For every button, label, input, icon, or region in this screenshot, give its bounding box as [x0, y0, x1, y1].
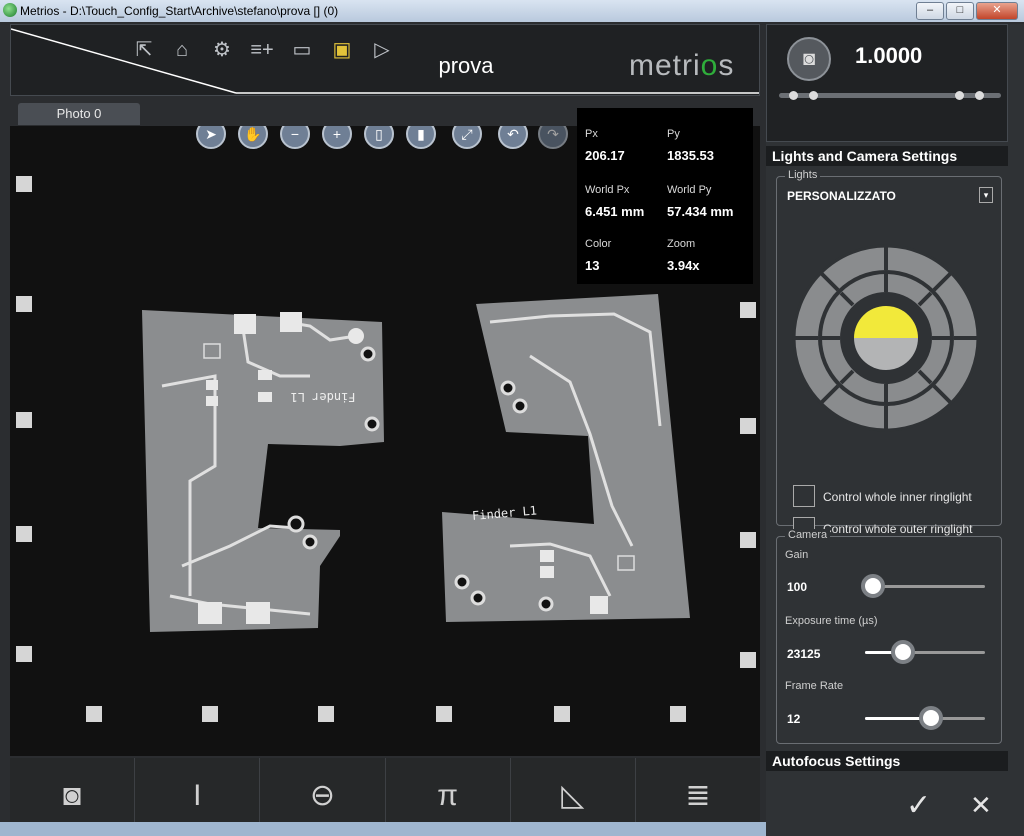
- world-py-label: World Py: [667, 184, 712, 196]
- exposure-label: Exposure time (µs): [785, 615, 878, 627]
- exposure-value: 23125: [787, 647, 821, 661]
- close-button[interactable]: ✕: [976, 2, 1018, 20]
- minimize-button[interactable]: –: [916, 2, 944, 20]
- gain-label: Gain: [785, 549, 809, 561]
- color-value: 13: [585, 258, 600, 273]
- window-title: Metrios - D:\Touch_Config_Start\Archive\…: [20, 4, 339, 18]
- inner-ringlight-label: Control whole inner ringlight: [823, 490, 972, 504]
- save-icon[interactable]: ▣: [329, 37, 355, 63]
- gear-icon[interactable]: ⚙: [209, 37, 235, 63]
- camera-group: Camera Gain 100 Exposure time (µs) 23125…: [776, 529, 1002, 744]
- framerate-value: 12: [787, 712, 801, 726]
- cancel-button[interactable]: ✕: [970, 790, 992, 821]
- zoom-slider[interactable]: [779, 91, 1001, 100]
- play-icon[interactable]: ▷: [369, 37, 395, 63]
- camera-group-label: Camera: [785, 529, 831, 541]
- lights-group: Lights PERSONALIZZATO ▾ Control whole in…: [776, 169, 1002, 539]
- os-taskbar: [0, 822, 766, 836]
- exposure-slider-knob[interactable]: [891, 640, 915, 664]
- lights-preset: PERSONALIZZATO: [787, 189, 896, 203]
- gain-value: 100: [787, 580, 808, 594]
- py-label: Py: [667, 128, 680, 140]
- coordinate-info-panel: Px 206.17 Py 1835.53 World Px 6.451 mm W…: [577, 108, 753, 284]
- autofocus-section-title[interactable]: Autofocus Settings: [766, 751, 1008, 771]
- world-px-label: World Px: [585, 184, 630, 196]
- toolbox-icon[interactable]: ▭: [289, 37, 315, 63]
- world-px-value: 6.451 mm: [585, 204, 645, 219]
- color-label: Color: [585, 238, 612, 250]
- main-toolbar: ⇱ ⌂ ⚙ ≡+ ▭ ▣ ▷ prova metrios: [10, 24, 760, 96]
- gain-slider-knob[interactable]: [861, 574, 885, 598]
- outer-ringlight-label: Control whole outer ringlight: [823, 522, 973, 536]
- world-py-value: 57.434 mm: [667, 204, 734, 219]
- project-title: prova: [438, 53, 494, 78]
- framerate-label: Frame Rate: [785, 680, 844, 692]
- maximize-button[interactable]: □: [946, 2, 974, 20]
- add-list-icon[interactable]: ≡+: [249, 37, 275, 63]
- metrios-logo: metrios: [629, 49, 735, 82]
- pcb-left-label: Finder L1: [290, 390, 356, 404]
- settings-panel: ◙ 1.0000 Lights and Camera Settings Ligh…: [766, 24, 1024, 836]
- capture-camera-icon[interactable]: ◙: [787, 37, 831, 81]
- px-label: Px: [585, 128, 598, 140]
- lights-camera-section-title: Lights and Camera Settings: [766, 146, 1008, 166]
- zoom-stop[interactable]: [975, 91, 984, 100]
- preset-dropdown-icon[interactable]: ▾: [979, 187, 993, 203]
- zoom-stop[interactable]: [809, 91, 818, 100]
- lights-group-label: Lights: [785, 169, 821, 181]
- home-icon[interactable]: ⌂: [169, 37, 195, 63]
- app-icon: [3, 3, 17, 17]
- confirm-button[interactable]: ✓: [906, 788, 931, 823]
- px-value: 206.17: [585, 148, 625, 163]
- py-value: 1835.53: [667, 148, 714, 163]
- ringlight-control[interactable]: [791, 243, 981, 433]
- framerate-slider-knob[interactable]: [919, 706, 943, 730]
- zoom-label: Zoom: [667, 238, 696, 250]
- zoom-stop[interactable]: [955, 91, 964, 100]
- tab-photo-0[interactable]: Photo 0: [18, 103, 140, 125]
- camera-zoom-box: ◙ 1.0000: [766, 24, 1008, 142]
- inner-ringlight-checkbox[interactable]: [793, 485, 815, 507]
- zoom-display: 1.0000: [855, 43, 923, 68]
- zoom-stop[interactable]: [789, 91, 798, 100]
- window-title-bar: Metrios - D:\Touch_Config_Start\Archive\…: [0, 0, 1024, 22]
- zoom-value: 3.94x: [667, 258, 700, 273]
- export-icon[interactable]: ⇱: [131, 37, 157, 63]
